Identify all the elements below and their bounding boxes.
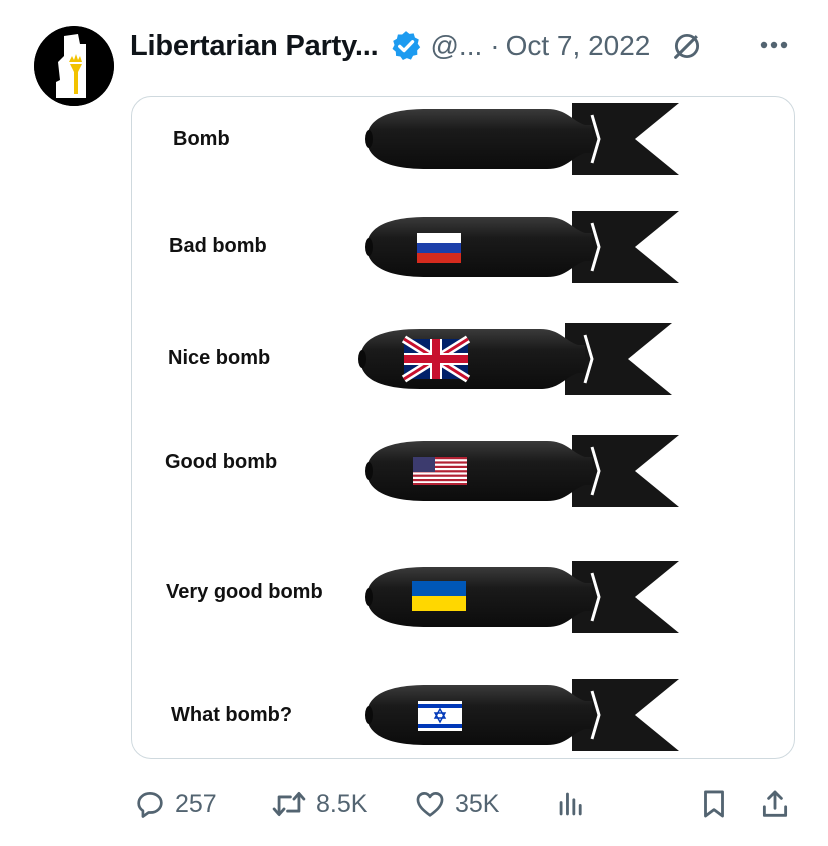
reply-button[interactable]: 257 bbox=[133, 776, 217, 832]
israel-flag bbox=[418, 701, 462, 731]
like-count: 35K bbox=[455, 789, 500, 818]
views-icon bbox=[559, 792, 582, 816]
more-icon[interactable] bbox=[756, 30, 792, 60]
share-button[interactable] bbox=[758, 776, 792, 832]
russia-flag bbox=[417, 233, 461, 263]
bomb-meme-image bbox=[356, 101, 681, 753]
avatar[interactable] bbox=[34, 26, 114, 106]
author-display-name[interactable]: Libertarian Party... bbox=[130, 30, 379, 63]
post-image[interactable]: Bomb Bad bomb Nice bomb Good bomb Very g… bbox=[131, 96, 795, 759]
bookmark-button[interactable] bbox=[697, 776, 731, 832]
bomb-row-5 bbox=[363, 559, 681, 635]
grok-icon[interactable] bbox=[670, 29, 704, 63]
post-date[interactable]: Oct 7, 2022 bbox=[506, 30, 651, 62]
bomb-row-6 bbox=[363, 677, 681, 753]
bomb-label-2: Bad bomb bbox=[169, 235, 267, 257]
separator-dot: · bbox=[490, 30, 500, 61]
bomb-row-2 bbox=[363, 209, 681, 285]
heart-icon bbox=[416, 792, 444, 817]
bookmark-icon bbox=[704, 790, 724, 818]
bomb-row-3 bbox=[356, 321, 674, 397]
author-handle[interactable]: @... bbox=[431, 30, 483, 62]
bomb-label-4: Good bomb bbox=[165, 451, 278, 473]
action-bar: 257 8.5K 35K bbox=[0, 776, 828, 832]
reply-icon bbox=[137, 792, 163, 818]
share-icon bbox=[762, 790, 788, 817]
repost-button[interactable]: 8.5K bbox=[270, 776, 367, 832]
bomb-label-3: Nice bomb bbox=[168, 347, 271, 369]
us-flag bbox=[413, 457, 467, 485]
bomb-label-5: Very good bomb bbox=[166, 581, 323, 603]
bomb-row-1 bbox=[363, 101, 681, 177]
views-button[interactable] bbox=[554, 776, 588, 832]
repost-icon bbox=[272, 791, 306, 817]
libertarian-party-logo bbox=[34, 26, 114, 106]
bomb-label-1: Bomb bbox=[173, 128, 230, 150]
ukraine-flag bbox=[412, 581, 466, 611]
repost-count: 8.5K bbox=[316, 789, 368, 818]
reply-count: 257 bbox=[175, 789, 217, 818]
verified-badge-icon[interactable] bbox=[389, 29, 423, 63]
tweet-header: Libertarian Party... @... · Oct 7, 2022 bbox=[130, 26, 704, 66]
like-button[interactable]: 35K bbox=[413, 776, 499, 832]
bomb-row-4 bbox=[363, 433, 681, 509]
bomb-label-6: What bomb? bbox=[171, 704, 293, 726]
uk-flag bbox=[401, 335, 471, 383]
